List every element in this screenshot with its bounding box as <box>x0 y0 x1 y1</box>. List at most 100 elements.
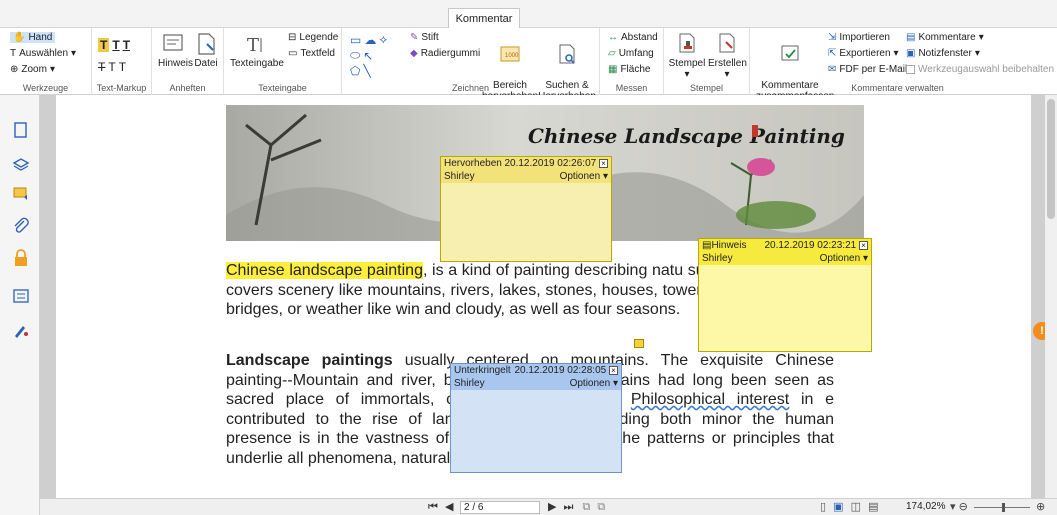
select-tool-button[interactable]: T Auswählen ▾ <box>10 48 76 59</box>
note-marker-icon[interactable] <box>634 339 644 348</box>
chevron-down-icon: ▾ <box>684 69 690 80</box>
oval-icon[interactable]: ⬭ <box>350 48 360 63</box>
werkzeugauswahl-checkbox[interactable]: Werkzeugauswahl beibehalten <box>906 64 1054 75</box>
comments-icon: ▤ <box>906 32 916 43</box>
fdf-email-button[interactable]: ✉ FDF per E-Mail <box>828 64 907 75</box>
tab-kommentar[interactable]: Kommentar <box>448 8 520 29</box>
squiggly-text-icon[interactable]: T <box>123 38 130 52</box>
kommentare-dropdown[interactable]: ▤ Kommentare ▾ <box>906 32 984 43</box>
replace-text-icon[interactable]: T <box>108 60 115 74</box>
area-highlight-icon: 1000 <box>500 46 520 62</box>
search-highlight-icon <box>559 44 575 64</box>
distance-icon: ↔ <box>608 32 618 43</box>
underline-text-icon[interactable]: T <box>112 38 119 52</box>
radiergummi-button[interactable]: ◆ Radiergummi <box>410 48 480 59</box>
squiggly-text[interactable]: Philosophical interest <box>631 391 789 408</box>
chevron-down-icon: ▾ <box>49 64 55 75</box>
stempel-button[interactable]: Stempel ▾ <box>668 32 706 80</box>
pages-icon[interactable] <box>12 121 30 139</box>
note-popup-unterkringelt[interactable]: Unterkringelt 20.12.2019 02:28:05 × Shirl… <box>450 363 622 473</box>
text-cursor-icon: T <box>10 48 17 59</box>
abstand-button[interactable]: ↔ Abstand <box>608 32 658 43</box>
rectangle-icon[interactable]: ▭ <box>350 33 361 47</box>
options-dropdown[interactable]: Optionen ▾ <box>560 170 608 183</box>
single-page-view-icon[interactable]: ▯ <box>820 501 826 513</box>
erstellen-button[interactable]: Erstellen ▾ <box>708 32 747 80</box>
email-icon: ✉ <box>828 64 837 75</box>
arrow-icon[interactable]: ↖ <box>363 49 373 63</box>
chevron-down-icon: ▾ <box>974 48 980 59</box>
hand-tool-button[interactable]: ✋ Hand <box>10 32 56 43</box>
highlight-text-icon[interactable]: T <box>98 38 110 52</box>
zoom-dropdown-icon[interactable]: ▾ <box>950 501 956 513</box>
paste-page-icon[interactable]: ⧉ <box>597 501 605 513</box>
datei-button[interactable]: Datei <box>192 32 220 69</box>
group-anheften: Hinweis Datei Anheften <box>152 28 224 95</box>
zoom-level[interactable]: 174,02% <box>906 501 945 512</box>
checkbox-icon <box>906 65 915 74</box>
stift-button[interactable]: ✎ Stift <box>410 32 439 43</box>
strikethrough-text-icon[interactable]: T <box>98 60 105 74</box>
polygon-icon[interactable]: ⬠ <box>350 64 360 78</box>
lock-icon[interactable] <box>12 249 30 267</box>
chevron-down-icon: ▾ <box>724 69 730 80</box>
two-page-continuous-icon[interactable]: ▤ <box>868 501 878 513</box>
zoom-in-icon[interactable]: ⊕ <box>1036 500 1045 513</box>
form-fields-icon[interactable] <box>12 287 30 305</box>
group-text-markup: T T T T T T Text-Markup <box>92 28 152 95</box>
note-popup-hervorheben[interactable]: Hervorheben 20.12.2019 02:26:07 × Shirley… <box>440 156 612 262</box>
notizfenster-dropdown[interactable]: ▣ Notizfenster ▾ <box>906 48 980 59</box>
insert-text-icon[interactable]: T <box>119 60 126 74</box>
prev-page-icon[interactable]: ◀ <box>445 501 453 513</box>
close-icon[interactable]: × <box>609 366 618 375</box>
group-label: Messen <box>615 83 648 93</box>
attachment-icon[interactable] <box>12 217 30 235</box>
flaeche-button[interactable]: ▦ Fläche <box>608 64 650 75</box>
importieren-button[interactable]: ⇲ Importieren <box>828 32 890 43</box>
scrollbar-thumb[interactable] <box>1047 99 1055 219</box>
vertical-scrollbar[interactable] <box>1045 95 1057 498</box>
line-icon[interactable]: ╲ <box>363 64 370 78</box>
zoom-out-icon[interactable]: ⊖ <box>959 501 968 513</box>
chevron-down-icon: ▾ <box>71 48 77 59</box>
eraser-icon: ◆ <box>410 48 418 59</box>
highlighted-text[interactable]: Chinese landscape painting <box>226 262 423 279</box>
perimeter-icon: ▱ <box>608 48 616 59</box>
hinweis-button[interactable]: Hinweis <box>158 32 193 69</box>
layers-icon[interactable] <box>12 153 30 171</box>
continuous-view-icon[interactable]: ▣ <box>833 501 843 513</box>
group-label: Zeichnen <box>451 83 490 93</box>
note-popup-hinweis[interactable]: ▤Hinweis 20.12.2019 02:23:21 × Shirley Opt… <box>698 238 872 352</box>
group-kommentare-verwalten: Kommentare zusammenfassen ⇲Importieren ⇱… <box>750 28 1054 102</box>
options-dropdown[interactable]: Optionen ▾ <box>820 252 868 265</box>
callout-icon: ⊟ <box>288 32 297 43</box>
signature-icon[interactable] <box>12 321 30 339</box>
page-number-input[interactable]: 2 / 6 <box>460 501 540 514</box>
shape-icon[interactable]: ⟡ <box>379 32 387 47</box>
close-icon[interactable]: × <box>859 241 868 250</box>
group-texteingabe: T Texteingabe ⊟ Legende ▭ Textfeld Textein… <box>224 28 342 95</box>
close-icon[interactable]: × <box>599 159 608 168</box>
texteingabe-button[interactable]: T Texteingabe <box>230 32 284 69</box>
cloud-icon[interactable]: ☁ <box>364 33 376 47</box>
note-window-icon: ▣ <box>906 48 916 59</box>
copy-page-icon[interactable]: ⧉ <box>583 501 591 513</box>
textfeld-button[interactable]: ▭ Textfeld <box>288 48 335 59</box>
note-icon <box>163 34 183 51</box>
group-label: Stempel <box>689 83 724 93</box>
comments-panel-icon[interactable] <box>12 185 30 203</box>
umfang-button[interactable]: ▱ Umfang <box>608 48 654 59</box>
pencil-icon: ✎ <box>410 32 419 43</box>
legende-button[interactable]: ⊟ Legende <box>288 32 338 43</box>
zoom-slider-handle[interactable] <box>1002 503 1005 512</box>
options-dropdown[interactable]: Optionen ▾ <box>570 377 618 390</box>
two-page-view-icon[interactable]: ◫ <box>851 501 861 513</box>
zoom-tool-button[interactable]: ⊕ Zoom ▾ <box>10 64 55 75</box>
next-page-icon[interactable]: ▶ <box>548 501 556 513</box>
create-stamp-icon <box>719 33 735 53</box>
exportieren-button[interactable]: ⇱ Exportieren ▾ <box>828 48 899 59</box>
zoom-icon: ⊕ <box>10 64 19 75</box>
group-label: Werkzeuge <box>22 83 69 93</box>
first-page-icon[interactable]: ⏮ <box>428 501 438 513</box>
last-page-icon[interactable]: ⏭ <box>564 501 574 513</box>
